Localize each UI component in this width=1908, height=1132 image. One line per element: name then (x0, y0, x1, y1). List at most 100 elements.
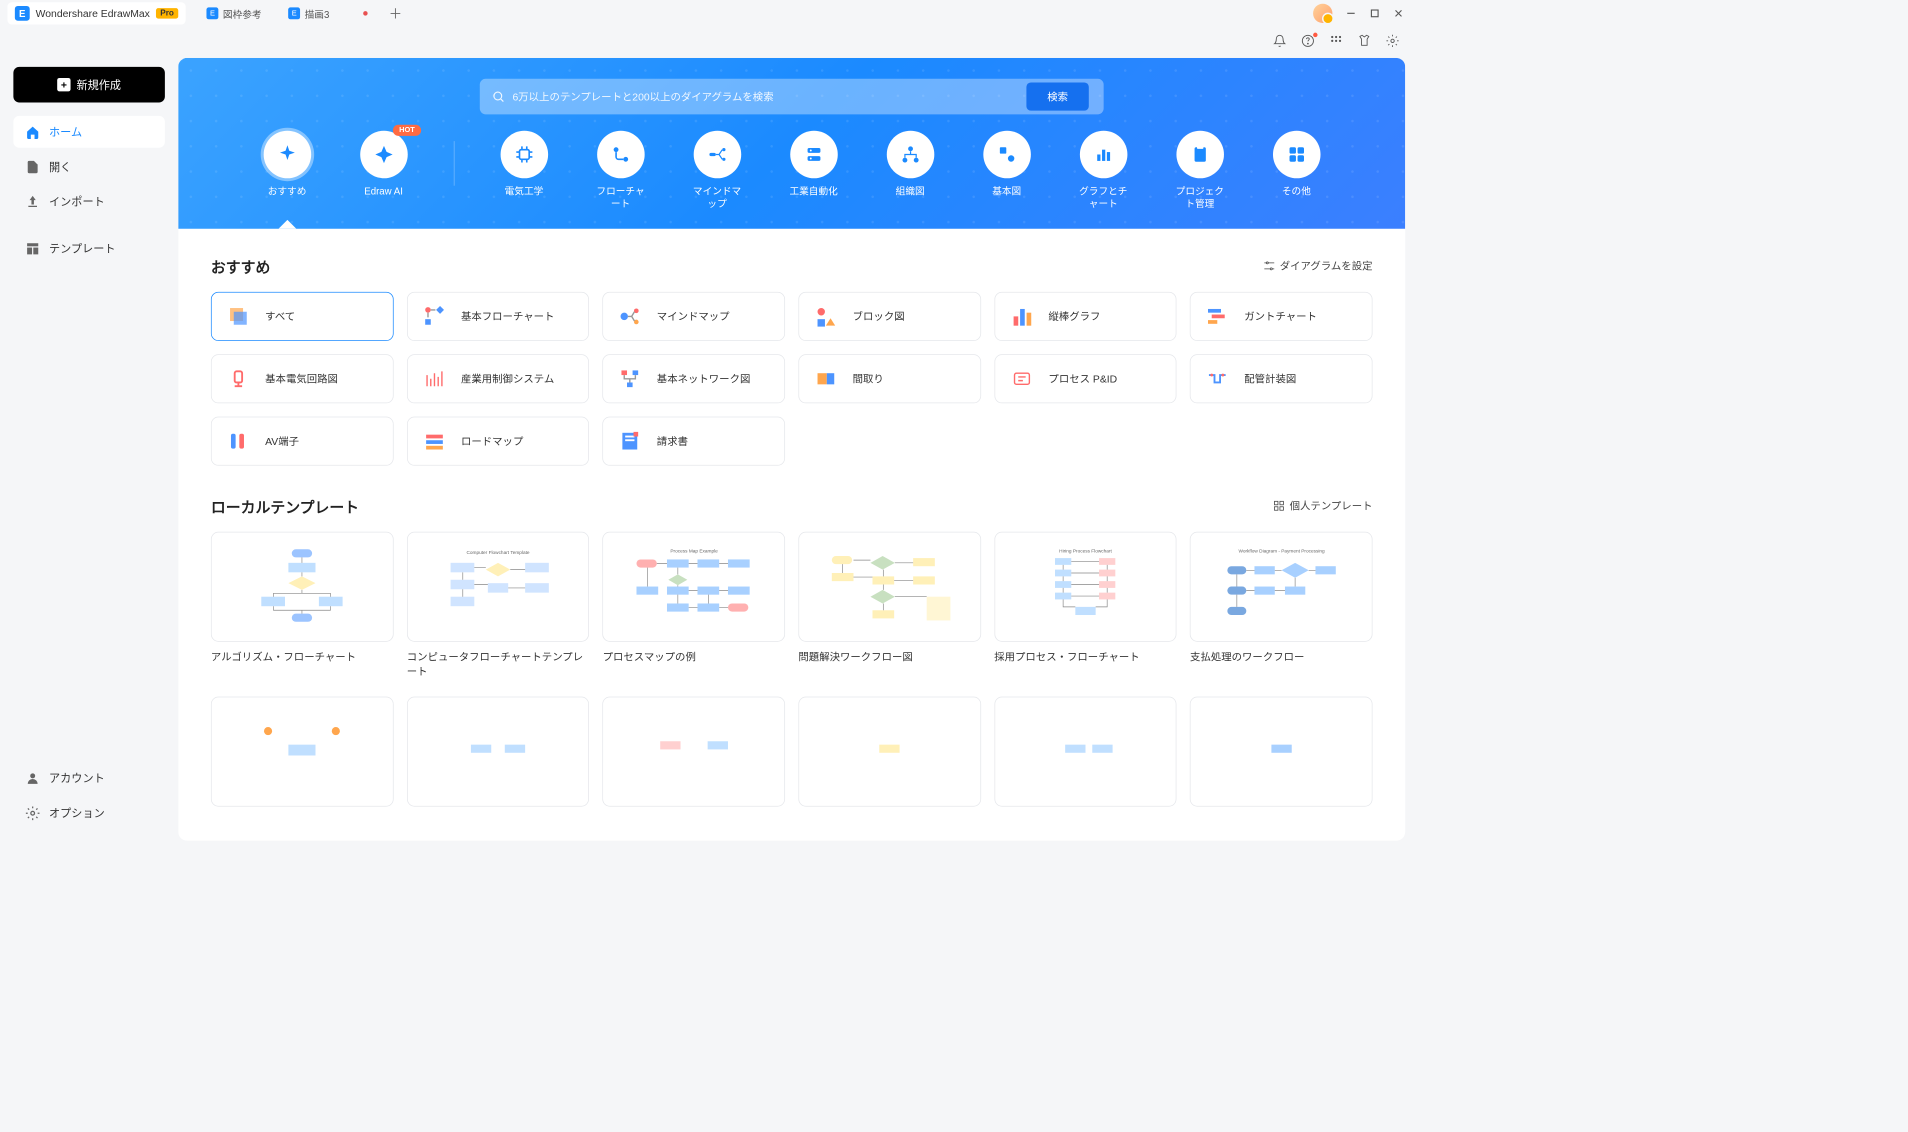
template-extra-6[interactable] (1190, 696, 1372, 813)
section-title: ローカルテンプレート (211, 495, 359, 517)
type-piping[interactable]: 配管計装図 (1190, 354, 1372, 403)
titlebar: E Wondershare EdrawMax Pro E 図枠参考 E 描画3 … (0, 0, 1417, 27)
shirt-icon[interactable] (1358, 34, 1371, 51)
nav-account[interactable]: アカウント (13, 762, 165, 794)
type-label: ガントチャート (1244, 309, 1317, 324)
type-label: マインドマップ (657, 309, 730, 324)
template-hiring[interactable]: Hiring Process Flowchart 採用プロセス・フローチャート (994, 532, 1176, 679)
template-thumb: Workflow Diagram - Payment Processing (1190, 532, 1372, 642)
doc-icon: E (288, 7, 300, 19)
type-bar[interactable]: 縦棒グラフ (994, 292, 1176, 341)
nav-import[interactable]: インポート (13, 186, 165, 218)
app-identity: E Wondershare EdrawMax Pro (7, 2, 185, 24)
type-label: ブロック図 (853, 309, 905, 324)
category-project[interactable]: プロジェクト管理 (1173, 131, 1226, 211)
category-orgchart[interactable]: 組織図 (883, 131, 936, 211)
category-other[interactable]: その他 (1270, 131, 1323, 211)
type-basic-flow[interactable]: 基本フローチャート (407, 292, 589, 341)
clipboard-icon (1176, 131, 1224, 179)
minimize-button[interactable] (1346, 8, 1356, 18)
type-gantt[interactable]: ガントチャート (1190, 292, 1372, 341)
tab-label: 描画3 (305, 6, 330, 20)
template-algo[interactable]: アルゴリズム・フローチャート (211, 532, 393, 679)
tab-add-button[interactable]: ＋ (381, 4, 409, 23)
cat-label: グラフとチャート (1077, 186, 1130, 211)
gear-icon (25, 805, 40, 820)
template-extra-2[interactable] (407, 696, 589, 813)
nav-home[interactable]: ホーム (13, 116, 165, 148)
type-av[interactable]: AV端子 (211, 416, 393, 465)
cat-label: おすすめ (268, 186, 307, 199)
nav-label: 開く (49, 159, 71, 175)
shapes-icon (983, 131, 1031, 179)
type-network[interactable]: 基本ネットワーク図 (603, 354, 785, 403)
help-icon[interactable] (1301, 34, 1314, 51)
new-label: 新規作成 (76, 77, 121, 93)
template-thumb (1190, 696, 1372, 806)
search-input[interactable] (512, 91, 1019, 103)
category-flowchart[interactable]: フローチャート (594, 131, 647, 211)
type-block[interactable]: ブロック図 (798, 292, 980, 341)
section-header-recommend: おすすめ ダイアグラムを設定 (211, 255, 1373, 277)
sparkle-icon (263, 131, 311, 179)
type-label: 請求書 (657, 434, 688, 449)
type-process-pid[interactable]: プロセス P&ID (994, 354, 1176, 403)
template-thumb (211, 696, 393, 806)
template-icon (25, 241, 40, 256)
type-label: 基本ネットワーク図 (657, 371, 751, 386)
category-graphs[interactable]: グラフとチャート (1077, 131, 1130, 211)
nav-options[interactable]: オプション (13, 797, 165, 829)
template-label: 支払処理のワークフロー (1190, 649, 1372, 664)
category-basic[interactable]: 基本図 (980, 131, 1033, 211)
main-content: 検索 おすすめ HOT Edraw AI 電気工学 (178, 58, 1417, 841)
type-label: プロセス P&ID (1048, 371, 1117, 386)
app-logo-icon: E (15, 6, 30, 21)
template-extra-5[interactable] (994, 696, 1176, 813)
type-circuit[interactable]: 基本電気回路図 (211, 354, 393, 403)
category-mindmap[interactable]: マインドマップ (690, 131, 743, 211)
search-box[interactable]: 検索 (480, 79, 1104, 115)
template-extra-4[interactable] (798, 696, 980, 813)
type-all[interactable]: すべて (211, 292, 393, 341)
orgchart-icon (886, 131, 934, 179)
type-invoice[interactable]: 請求書 (603, 416, 785, 465)
roadmap-icon (421, 428, 448, 455)
category-ai[interactable]: HOT Edraw AI (357, 131, 410, 211)
type-roadmap[interactable]: ロードマップ (407, 416, 589, 465)
gear-icon[interactable] (1386, 34, 1399, 51)
section-header-local: ローカルテンプレート 個人テンプレート (211, 495, 1373, 517)
category-recommend[interactable]: おすすめ (260, 131, 313, 211)
maximize-button[interactable] (1370, 8, 1380, 18)
template-extra-1[interactable] (211, 696, 393, 813)
nav-label: テンプレート (49, 241, 116, 257)
type-floorplan[interactable]: 間取り (798, 354, 980, 403)
bell-icon[interactable] (1273, 34, 1286, 51)
apps-icon[interactable] (1329, 34, 1342, 51)
import-icon (25, 194, 40, 209)
type-mindmap[interactable]: マインドマップ (603, 292, 785, 341)
user-avatar[interactable] (1313, 4, 1332, 23)
configure-diagrams-link[interactable]: ダイアグラムを設定 (1263, 259, 1372, 274)
template-computer[interactable]: Computer Flowchart Template コンピュータフローチャー… (407, 532, 589, 679)
chart-icon (1080, 131, 1128, 179)
category-electric[interactable]: 電気工学 (497, 131, 550, 211)
template-payment[interactable]: Workflow Diagram - Payment Processing 支払… (1190, 532, 1372, 679)
nav-template[interactable]: テンプレート (13, 232, 165, 264)
cat-label: フローチャート (594, 186, 647, 211)
file-icon (25, 159, 40, 174)
category-automation[interactable]: 工業自動化 (787, 131, 840, 211)
block-icon (813, 303, 840, 330)
tab-doc-2[interactable]: E 描画3 (275, 0, 381, 27)
ai-icon: HOT (360, 131, 408, 179)
tab-doc-1[interactable]: E 図枠参考 (193, 0, 275, 27)
new-button[interactable]: + 新規作成 (13, 67, 165, 103)
personal-templates-link[interactable]: 個人テンプレート (1273, 499, 1372, 514)
type-industrial[interactable]: 産業用制御システム (407, 354, 589, 403)
template-extra-3[interactable] (603, 696, 785, 813)
template-problem[interactable]: 問題解決ワークフロー図 (798, 532, 980, 679)
nav-open[interactable]: 開く (13, 151, 165, 183)
template-process-map[interactable]: Process Map Example プロセスマップの例 (603, 532, 785, 679)
cat-label: プロジェクト管理 (1173, 186, 1226, 211)
search-button[interactable]: 検索 (1026, 82, 1088, 110)
close-button[interactable] (1393, 8, 1403, 18)
